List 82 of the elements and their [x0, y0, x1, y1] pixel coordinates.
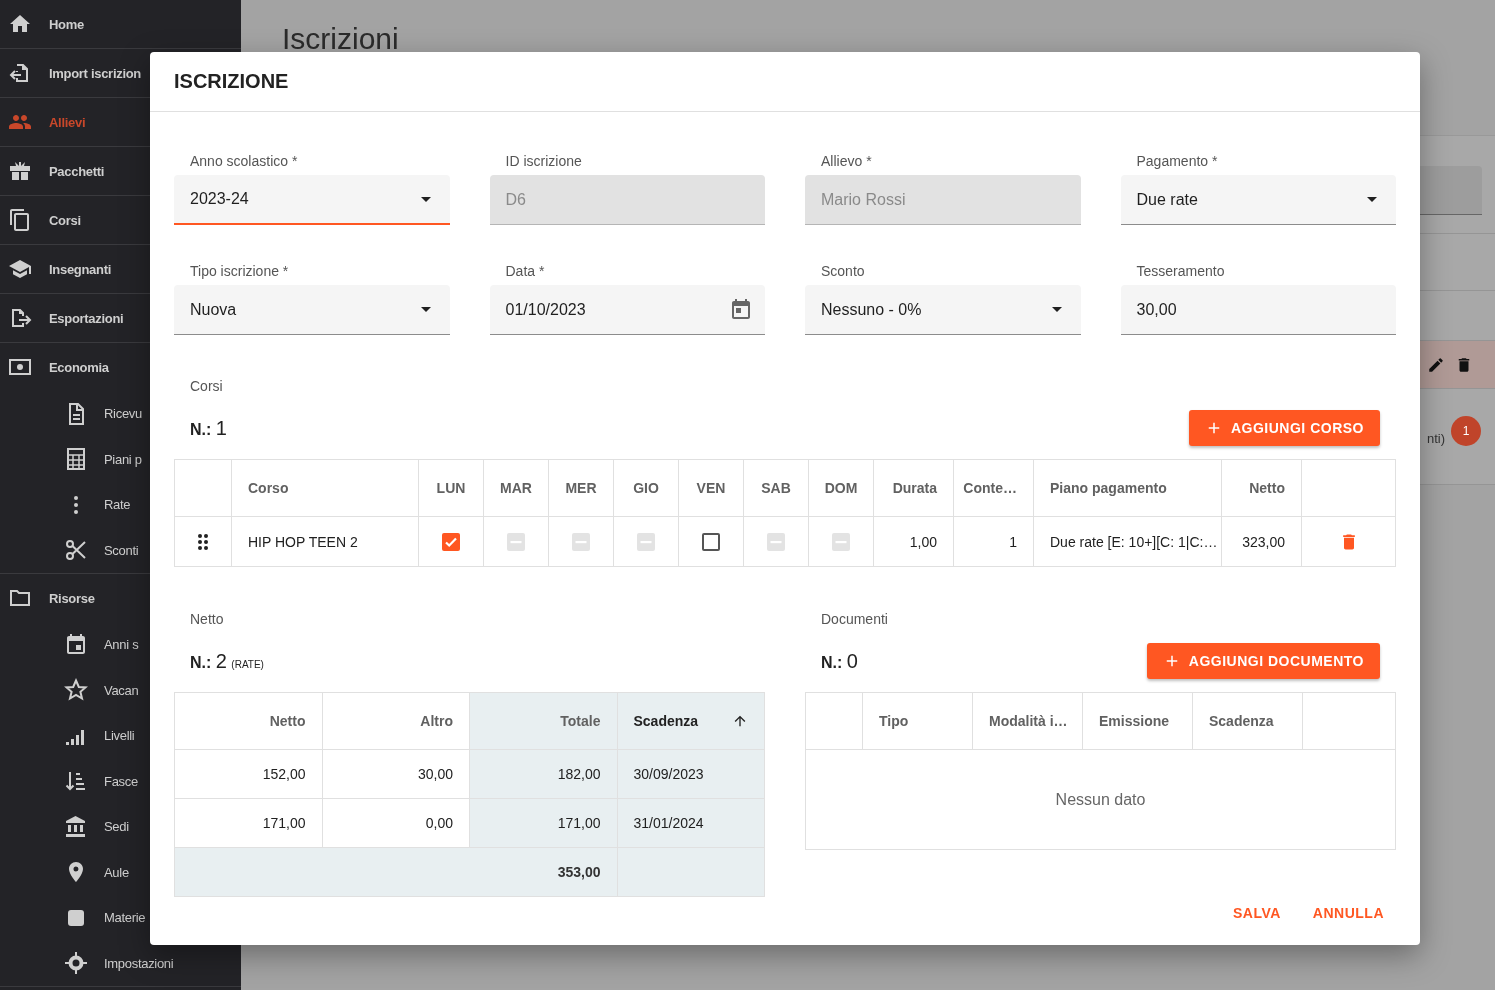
table-cell: 1,00 [909, 533, 937, 550]
checkbox[interactable] [702, 532, 720, 551]
select-field[interactable]: Nuova [174, 285, 450, 335]
graduation-cap-icon [8, 257, 32, 281]
table-cell: 30,00 [417, 766, 453, 782]
bank-icon [64, 814, 88, 839]
drag-handle-icon [198, 533, 208, 550]
table-cell: 171,00 [262, 815, 306, 831]
sidebar-item[interactable]: Sedi [0, 804, 241, 850]
column-header: GIO [633, 480, 659, 496]
sidebar-item[interactable]: Impostazioni [0, 940, 241, 986]
table-cell: 152,00 [262, 766, 306, 782]
column-header: Conte… [963, 480, 1017, 496]
table-cell: 30/09/2023 [633, 766, 704, 782]
field-label: Sconto [820, 263, 865, 279]
row-text: nti) [1426, 431, 1445, 446]
select-field[interactable]: Nessuno - 0% [805, 285, 1081, 335]
table-cell: Due rate [E: 10+][C: 1|C:… [1050, 533, 1218, 550]
table-cell: 182,00 [557, 766, 601, 782]
table-cell: 1 [1009, 533, 1017, 550]
caret-icon [1367, 197, 1377, 202]
calendar-icon [64, 632, 88, 657]
column-header: Piano pagamento [1050, 480, 1167, 496]
column-header[interactable]: Totale [560, 713, 601, 729]
column-header: Corso [248, 480, 289, 496]
copy-icon [8, 208, 32, 232]
calendar-icon [729, 297, 753, 322]
empty-message: Nessun dato [1055, 790, 1146, 809]
field-label: Tesseramento [1135, 263, 1225, 279]
calculator-icon [64, 447, 88, 472]
sidebar-item[interactable]: Aule [0, 849, 241, 895]
star-icon [64, 678, 88, 703]
checkbox[interactable] [442, 532, 460, 551]
count-text: N.: 0 [821, 649, 858, 673]
field-label: Data * [504, 263, 545, 279]
column-header: MER [565, 480, 597, 496]
gift-icon [8, 159, 32, 183]
table-cell: 0,00 [425, 815, 453, 831]
section-label: Documenti [820, 611, 888, 627]
column-header[interactable]: Netto [269, 713, 306, 729]
pencil-icon [1427, 355, 1445, 374]
sidebar-item[interactable]: Livelli [0, 713, 241, 759]
column-header: Netto [1249, 480, 1285, 496]
column-header: Durata [892, 480, 937, 496]
column-header: Emissione [1099, 713, 1170, 729]
sidebar-item[interactable]: Fasce [0, 758, 241, 804]
column-header: LUN [436, 480, 466, 496]
column-header: SAB [761, 480, 791, 496]
page-title: Iscrizioni [282, 21, 399, 57]
table-cell: 323,00 [1242, 533, 1285, 550]
count-badge: 1 [1451, 416, 1481, 446]
field-label: Pagamento * [1135, 153, 1218, 169]
field-label: ID iscrizione [504, 153, 582, 169]
section-label: Netto [189, 611, 224, 627]
field-label: Allievo * [820, 153, 872, 169]
sidebar-item[interactable]: Rate [0, 482, 241, 528]
column-header: VEN [696, 480, 726, 496]
column-header[interactable]: Altro [420, 713, 453, 729]
select-field[interactable]: Due rate [1120, 175, 1396, 225]
sidebar-item[interactable]: Materie [0, 895, 241, 941]
input-field[interactable]: 30,00 [1120, 285, 1396, 335]
column-header: Tipo [879, 713, 909, 729]
caret-icon [1051, 307, 1062, 312]
date-field[interactable]: 01/10/2023 [489, 285, 765, 335]
section-label: Corsi [189, 378, 223, 394]
total-cell: 353,00 [557, 864, 601, 880]
select-field[interactable]: 2023-24 [174, 175, 450, 225]
scissors-icon [64, 538, 88, 563]
column-header: MAR [500, 480, 532, 496]
sort-arrow-icon [732, 713, 748, 729]
column-header: Scadenza [1209, 713, 1274, 729]
column-header[interactable]: Scadenza [633, 713, 699, 729]
dots-vertical-icon [74, 495, 78, 514]
count-text: N.: 2 (RATE) [190, 649, 264, 673]
column-header: DOM [824, 480, 858, 496]
column-header: Modalità i… [989, 713, 1068, 729]
caret-icon [420, 196, 431, 202]
table-cell: HIP HOP TEEN 2 [248, 533, 358, 550]
sidebar-item[interactable]: Sconti [0, 527, 241, 573]
caret-icon [420, 307, 431, 312]
table-cell: 31/01/2024 [633, 815, 704, 831]
table-cell: 171,00 [557, 815, 601, 831]
